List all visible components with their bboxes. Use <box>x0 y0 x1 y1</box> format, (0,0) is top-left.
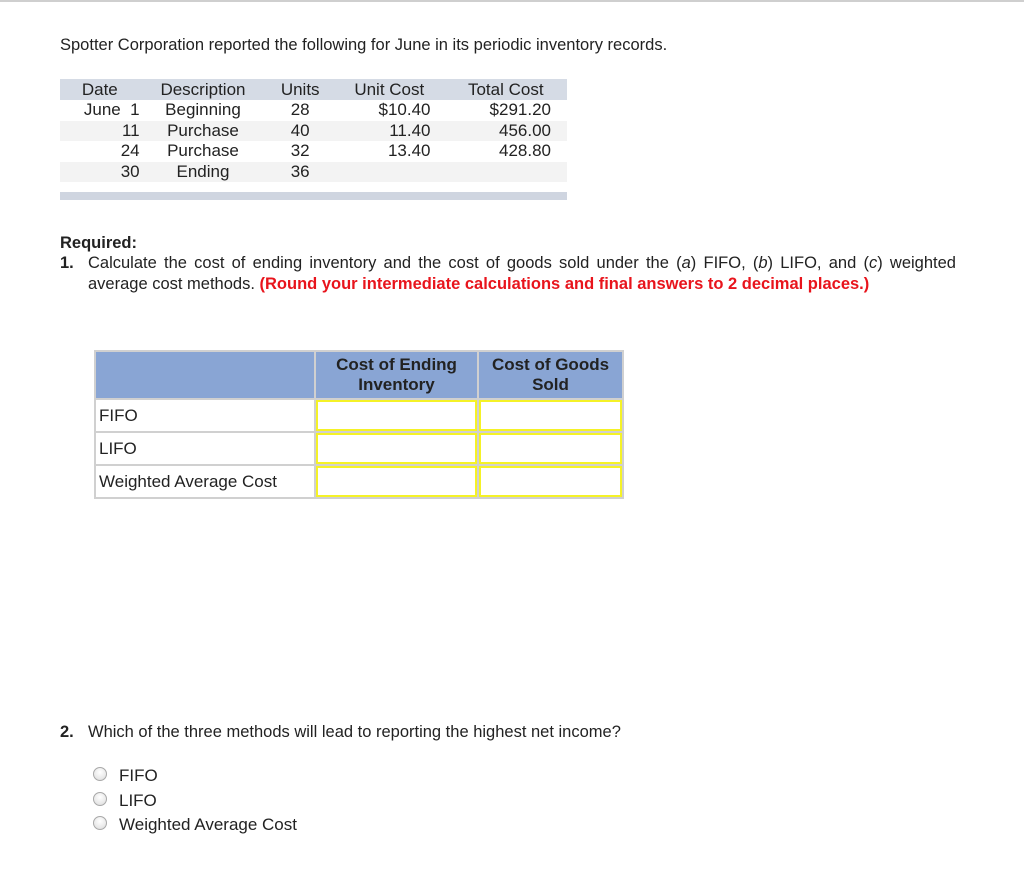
answer-header-ending-inventory: Cost of Ending Inventory <box>316 352 477 398</box>
answer-row-fifo: FIFO <box>96 400 622 431</box>
q1-label-c: c <box>868 254 878 272</box>
row-description: Purchase <box>139 120 267 141</box>
radio-group-highest-net-income: FIFO LIFO Weighted Average Cost <box>93 764 297 838</box>
radio-label: Weighted Average Cost <box>119 815 297 835</box>
row-description: Ending <box>139 161 267 182</box>
table-footer-bar <box>60 192 567 200</box>
table-row: 11 Purchase 40 11.40 456.00 <box>60 120 567 141</box>
row-description: Beginning <box>165 100 241 119</box>
row-units: 28 <box>290 100 310 119</box>
row-units: 36 <box>266 161 335 182</box>
q1-label-b: b <box>758 254 768 272</box>
lifo-ending-inventory-input[interactable] <box>316 433 477 464</box>
answer-table: Cost of Ending Inventory Cost of Goods S… <box>94 350 624 499</box>
intro-text: Spotter Corporation reported the followi… <box>60 36 668 54</box>
row-total-cost <box>444 161 567 182</box>
required-section: Required: 1. Calculate the cost of endin… <box>60 233 960 295</box>
rounding-instruction: (Round your intermediate calculations an… <box>259 275 870 293</box>
q1-label-a: a <box>681 254 691 272</box>
q1-text-part: Calculate the cost of ending inventory a… <box>88 254 682 272</box>
weighted-average-ending-inventory-input[interactable] <box>316 466 477 497</box>
q1-text-part: ) LIFO, and ( <box>767 254 869 272</box>
answer-row-label: FIFO <box>96 400 314 431</box>
question-1: 1. Calculate the cost of ending inventor… <box>60 253 960 295</box>
inventory-header-row: Date Description Units Unit Cost Total C… <box>60 79 567 100</box>
row-unit-cost <box>334 161 445 182</box>
answer-header-row: Cost of Ending Inventory Cost of Goods S… <box>96 352 622 398</box>
row-units: 32 <box>290 141 310 160</box>
question-2-number: 2. <box>60 723 74 741</box>
answer-header-blank <box>96 352 314 398</box>
row-date: 30 <box>120 161 140 181</box>
row-date: June 1 <box>83 100 140 119</box>
radio-option-lifo[interactable]: LIFO <box>93 789 297 814</box>
row-unit-cost: $10.40 <box>378 100 431 119</box>
question-2-text: Which of the three methods will lead to … <box>88 723 621 741</box>
row-total-cost: 456.00 <box>444 120 567 141</box>
header-total-cost: Total Cost <box>444 79 567 100</box>
header-units: Units <box>266 79 335 100</box>
radio-label: LIFO <box>119 790 157 810</box>
row-unit-cost: 13.40 <box>387 141 431 160</box>
radio-button[interactable] <box>93 767 107 782</box>
radio-option-fifo[interactable]: FIFO <box>93 764 297 789</box>
answer-header-cogs: Cost of Goods Sold <box>479 352 622 398</box>
row-date: 11 <box>121 120 140 140</box>
required-title: Required: <box>60 234 138 252</box>
weighted-average-cogs-input[interactable] <box>479 466 622 497</box>
row-description: Purchase <box>167 141 239 160</box>
header-unit-cost: Unit Cost <box>334 79 445 100</box>
radio-button[interactable] <box>93 791 107 806</box>
answer-row-lifo: LIFO <box>96 433 622 464</box>
inventory-table: Date Description Units Unit Cost Total C… <box>60 79 567 182</box>
radio-label: FIFO <box>119 766 158 786</box>
fifo-ending-inventory-input[interactable] <box>316 400 477 431</box>
question-2: 2. Which of the three methods will lead … <box>60 723 621 742</box>
lifo-cogs-input[interactable] <box>479 433 622 464</box>
fifo-cogs-input[interactable] <box>479 400 622 431</box>
header-date: Date <box>60 79 140 100</box>
q1-text-part: ) FIFO, ( <box>690 254 759 272</box>
radio-button[interactable] <box>93 816 107 831</box>
answer-row-label: LIFO <box>96 433 314 464</box>
table-row: 24 Purchase 32 13.40 428.80 <box>60 141 567 162</box>
header-description: Description <box>139 79 267 100</box>
question-1-number: 1. <box>60 254 74 272</box>
table-row: 30 Ending 36 <box>60 161 567 182</box>
row-date: 24 <box>120 141 140 160</box>
row-unit-cost: 11.40 <box>334 120 445 141</box>
row-units: 40 <box>266 120 335 141</box>
question-1-text: Calculate the cost of ending inventory a… <box>88 253 956 295</box>
row-total-cost: 428.80 <box>499 141 551 160</box>
table-row: June 1 Beginning 28 $10.40 $291.20 <box>60 100 567 121</box>
radio-option-weighted-average[interactable]: Weighted Average Cost <box>93 813 297 838</box>
answer-row-weighted-average: Weighted Average Cost <box>96 466 622 497</box>
row-total-cost: $291.20 <box>489 100 551 119</box>
answer-row-label: Weighted Average Cost <box>96 466 314 497</box>
